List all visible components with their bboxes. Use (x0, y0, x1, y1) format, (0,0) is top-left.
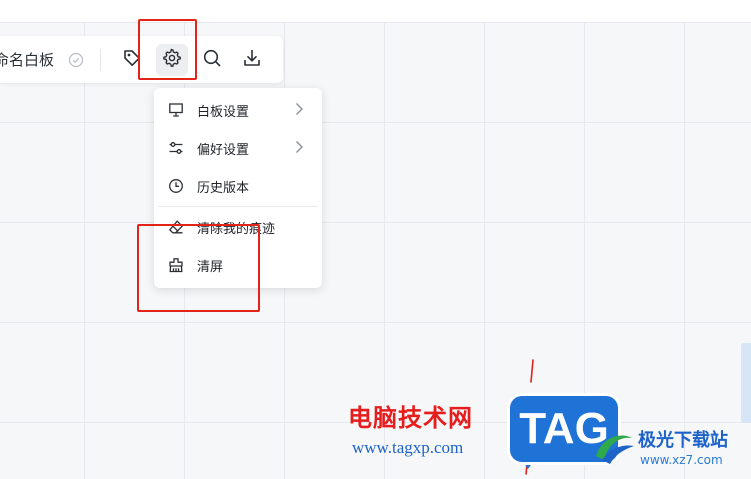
watermark-site-url: www.xz7.com (640, 453, 723, 467)
menu-item-label: 历史版本 (197, 180, 250, 196)
menu-item-history[interactable]: 历史版本 (154, 167, 322, 205)
chevron-right-icon (292, 102, 306, 116)
download-button[interactable] (236, 44, 268, 76)
menu-divider (158, 206, 318, 207)
right-edge-panel (741, 343, 751, 423)
menu-item-preferences[interactable]: 偏好设置 (154, 129, 322, 167)
menu-item-board-settings[interactable]: 白板设置 (154, 91, 322, 129)
watermark-site-name: 极光下载站 (638, 430, 728, 451)
watermark-title: 电脑技术网 (348, 404, 473, 432)
download-icon (242, 48, 262, 72)
annotation-box-settings (138, 19, 197, 80)
menu-item-label: 偏好设置 (197, 142, 250, 158)
search-button[interactable] (196, 44, 228, 76)
board-title[interactable]: 命名白板 (0, 49, 54, 70)
toolbar-divider (100, 49, 101, 71)
monitor-icon (168, 101, 186, 119)
clock-icon (168, 177, 186, 195)
top-bar (0, 0, 751, 22)
menu-item-label: 白板设置 (197, 104, 250, 120)
chevron-right-icon (292, 140, 306, 154)
annotation-box-clear-screen (137, 224, 260, 312)
search-icon (202, 48, 222, 72)
sliders-icon (168, 139, 186, 157)
saved-check-icon (68, 52, 84, 68)
watermark-swoosh-icon (596, 435, 634, 464)
watermark-url: www.tagxp.com (352, 438, 464, 457)
